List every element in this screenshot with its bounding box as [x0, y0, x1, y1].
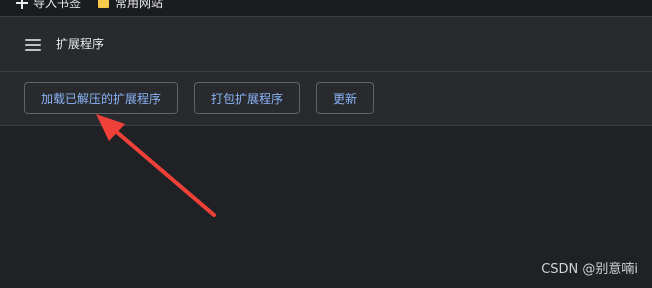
page-title: 扩展程序: [56, 37, 105, 51]
update-button[interactable]: 更新: [316, 82, 374, 114]
bookmark-folder-label: 常用网站: [115, 0, 164, 10]
bookmark-folder[interactable]: 常用网站: [98, 0, 163, 10]
developer-toolbar: 加载已解压的扩展程序 打包扩展程序 更新: [0, 72, 652, 126]
folder-icon: [98, 0, 109, 8]
watermark: CSDN @别意喃i: [541, 262, 638, 277]
load-unpacked-button[interactable]: 加载已解压的扩展程序: [24, 82, 178, 114]
bookmark-import[interactable]: 导入书签: [16, 0, 81, 10]
extensions-header: 扩展程序: [0, 17, 652, 72]
hamburger-menu-icon[interactable]: [24, 38, 42, 52]
import-icon: [16, 0, 28, 9]
pack-extension-button[interactable]: 打包扩展程序: [194, 82, 300, 114]
bookmark-import-label: 导入书签: [33, 0, 82, 10]
bookmarks-bar: 导入书签 常用网站: [0, 0, 652, 17]
